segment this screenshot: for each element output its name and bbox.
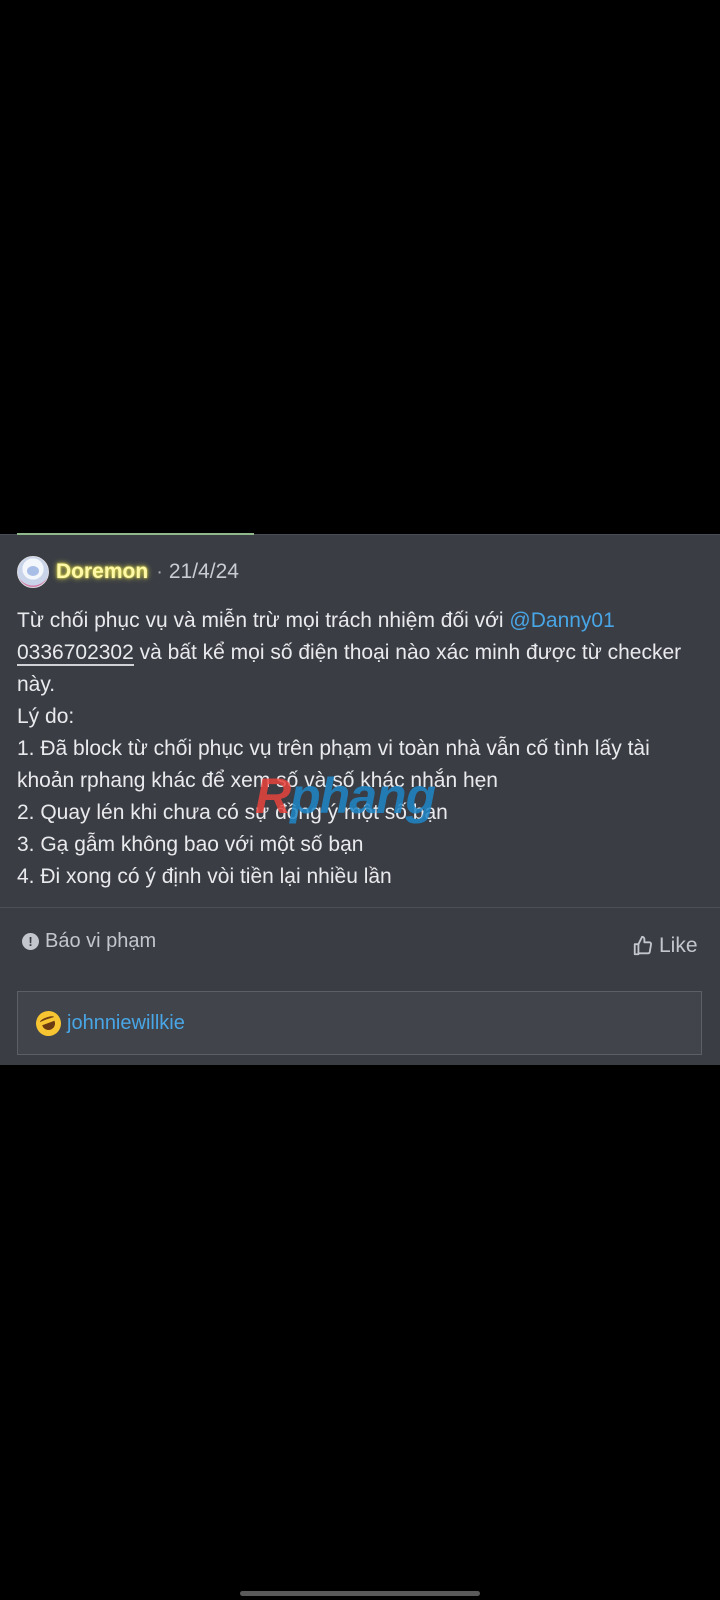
reason-item: 2. Quay lén khi chưa có sự đồng ý một số…: [17, 801, 448, 824]
report-button[interactable]: ! Báo vi phạm: [22, 930, 156, 953]
home-indicator[interactable]: [240, 1591, 480, 1596]
post-content: Từ chối phục vụ và miễn trừ mọi trách nh…: [17, 605, 707, 893]
post-date[interactable]: 21/4/24: [169, 560, 239, 584]
avatar[interactable]: [17, 556, 49, 588]
reason-item: 3. Gạ gẫm không bao với một số bạn: [17, 833, 364, 856]
reason-item: 4. Đi xong có ý định vòi tiền lại nhiều …: [17, 865, 392, 888]
thumbs-up-icon: [633, 935, 653, 956]
laughing-emoji-icon: [32, 1006, 65, 1040]
accent-line: [17, 533, 254, 535]
user-mention-link[interactable]: @Danny01: [509, 609, 614, 632]
report-label: Báo vi phạm: [45, 930, 157, 952]
divider: [0, 907, 720, 908]
intro-text: Từ chối phục vụ và miễn trừ mọi trách nh…: [17, 609, 510, 632]
post-card: Doremon · 21/4/24 Từ chối phục vụ và miễ…: [0, 533, 720, 1065]
phone-number-link[interactable]: 0336702302: [17, 641, 134, 666]
username[interactable]: Doremon: [56, 560, 148, 584]
reason-label: Lý do:: [17, 705, 75, 728]
post-header: Doremon · 21/4/24: [17, 555, 239, 589]
like-button[interactable]: Like: [632, 934, 698, 958]
post-paragraph: Từ chối phục vụ và miễn trừ mọi trách nh…: [17, 605, 707, 701]
reaction-user-link[interactable]: johnniewillkie: [67, 1012, 185, 1035]
reactions-bar: johnniewillkie: [17, 991, 702, 1055]
separator: ·: [156, 560, 163, 583]
like-label: Like: [659, 934, 698, 957]
reason-item: 1. Đã block từ chối phục vụ trên phạm vi…: [17, 737, 650, 792]
exclamation-circle-icon: !: [22, 933, 39, 950]
